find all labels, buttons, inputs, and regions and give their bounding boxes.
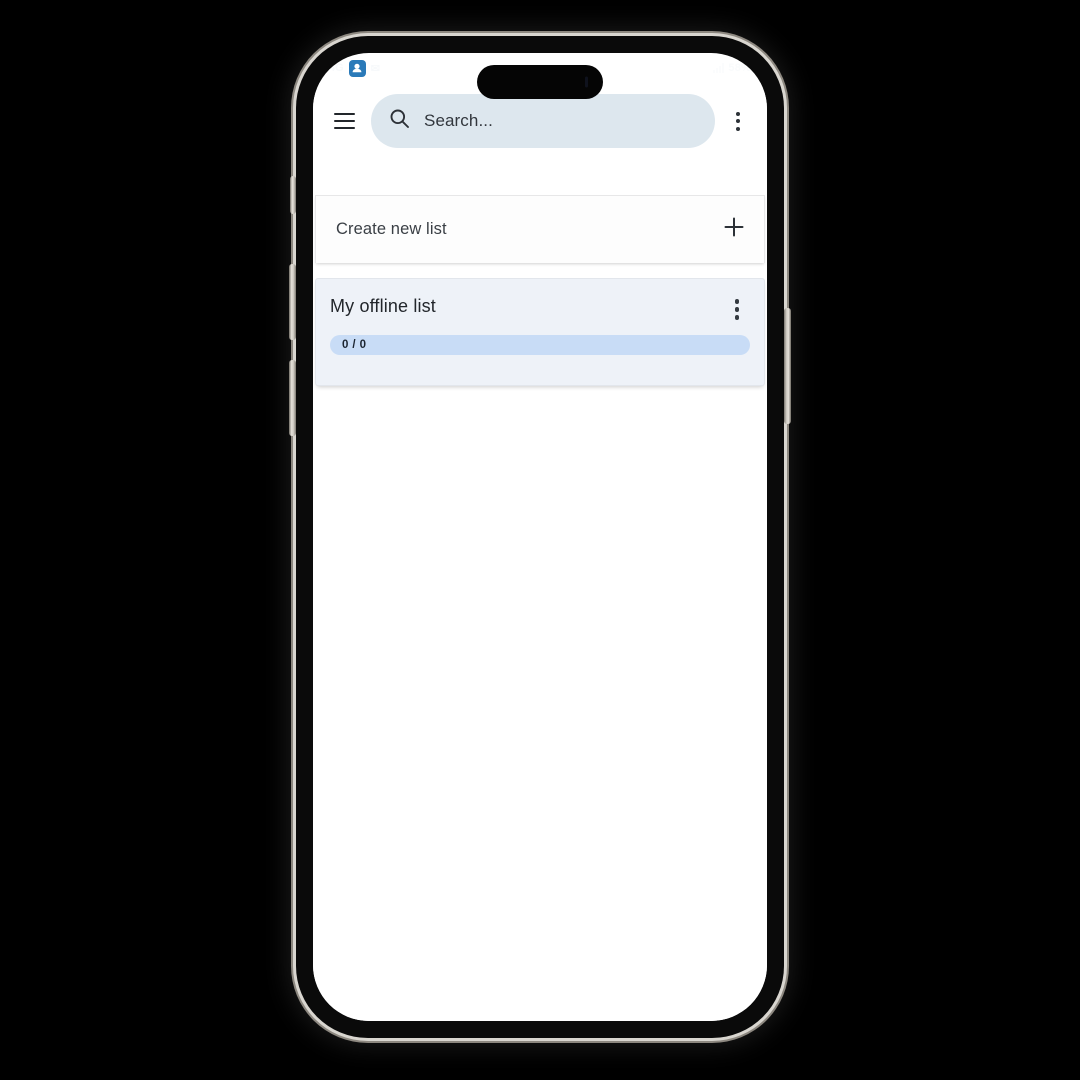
network-label: 4G [329,62,344,74]
search-input[interactable]: Search... [371,94,715,148]
main-content: Create new list My offline list 0 / 0 [313,159,767,1021]
phone-screen: 4G ✉ 58% Search... Create new list My of… [313,53,767,1021]
volume-up-button[interactable] [289,264,296,340]
list-progress-bar: 0 / 0 [330,334,750,355]
create-new-list-button[interactable]: Create new list [315,195,765,263]
list-card-header: My offline list [330,295,750,320]
create-new-list-label: Create new list [336,220,447,238]
phone-device-frame: 4G ✉ 58% Search... Create new list My of… [289,32,791,1042]
search-icon [389,108,410,134]
list-progress-label: 0 / 0 [342,338,367,351]
signal-bars-icon [713,63,725,73]
dynamic-island [477,65,603,99]
power-button[interactable] [784,308,791,424]
list-title: My offline list [330,296,436,316]
silent-switch-button[interactable] [290,176,296,214]
screenshot-canvas: 4G ✉ 58% Search... Create new list My of… [0,0,1080,1080]
status-bar-right: 58% [713,62,751,74]
list-item[interactable]: My offline list 0 / 0 [315,278,765,386]
status-bar-extra-icons: ✉ [370,62,380,75]
app-notification-icon [348,59,366,77]
volume-down-button[interactable] [289,360,296,436]
search-placeholder-text: Search... [424,111,493,130]
plus-icon[interactable] [722,215,746,244]
more-vertical-icon[interactable] [724,295,750,320]
face-id-sensor-icon [585,76,588,88]
hamburger-menu-icon[interactable] [325,102,363,140]
more-vertical-icon[interactable] [721,102,755,140]
battery-percent-label: 58% [728,62,751,74]
